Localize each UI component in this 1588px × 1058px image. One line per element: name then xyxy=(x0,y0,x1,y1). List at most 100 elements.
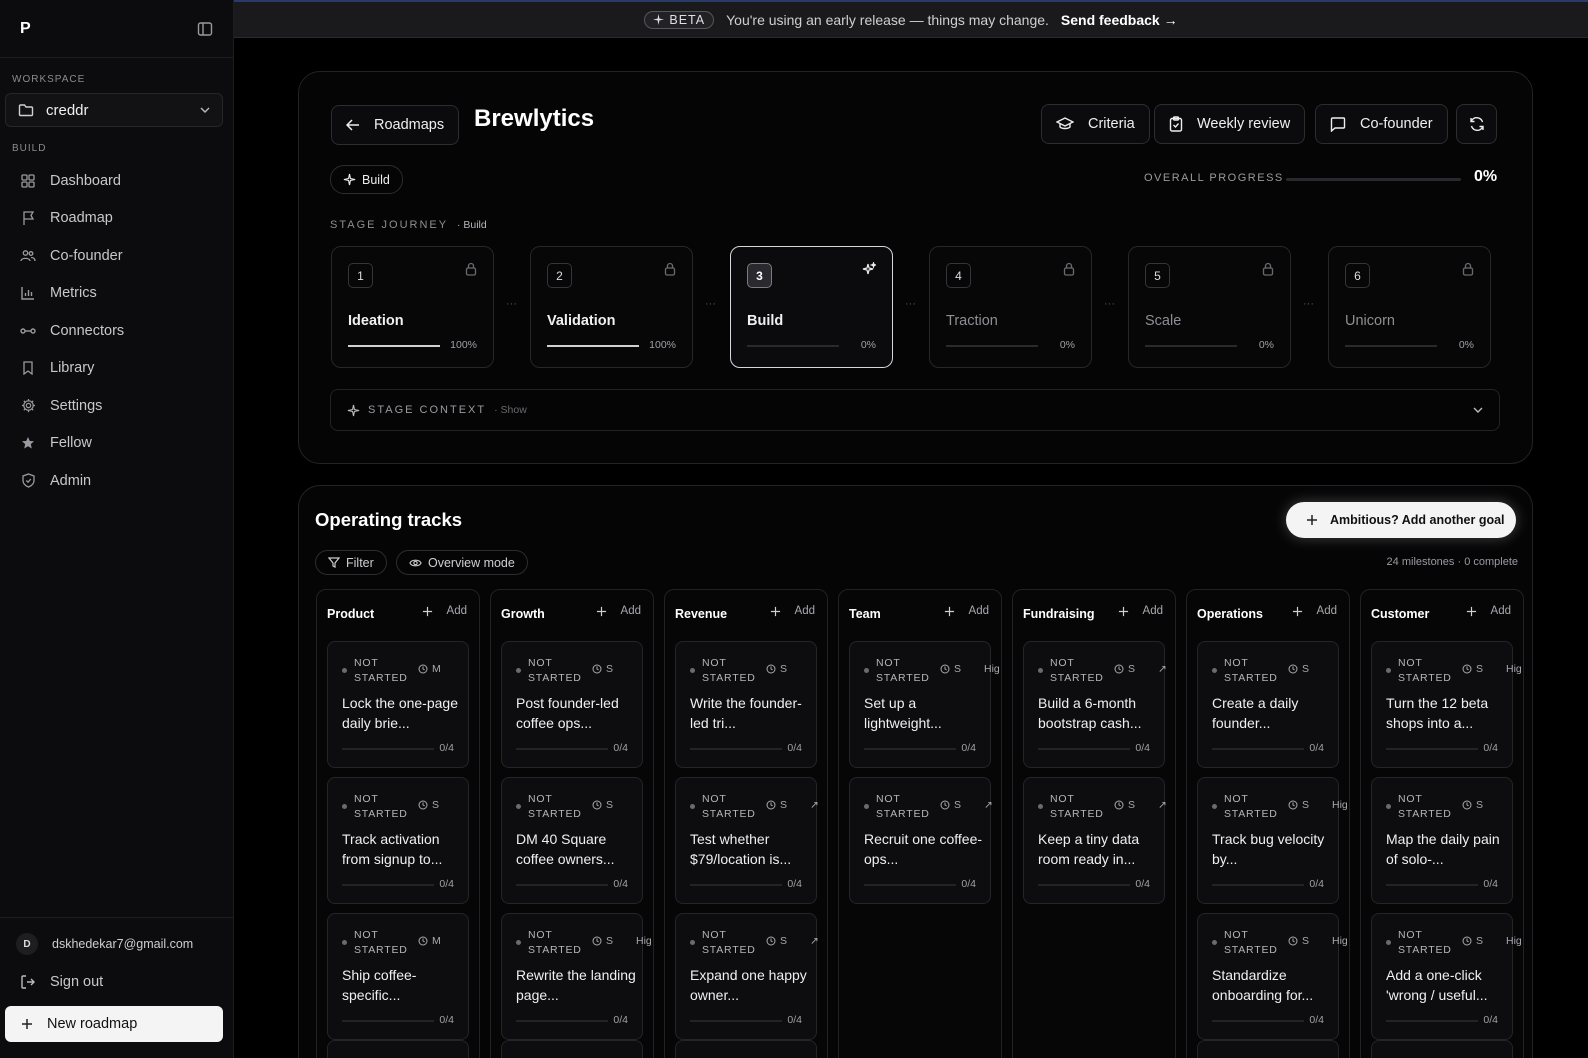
stage-context-toggle[interactable]: STAGE CONTEXT · Show xyxy=(330,389,1500,431)
sparkle-icon xyxy=(653,14,665,25)
add-milestone-button[interactable]: Add xyxy=(1466,605,1511,617)
sidebar-item-library[interactable]: Library xyxy=(0,350,233,388)
stage-journey-current-name: Build xyxy=(463,219,487,231)
weekly-review-button[interactable]: Weekly review xyxy=(1154,104,1306,144)
milestone-card[interactable]: NOT STARTED S Post founder-led coffee ops..… xyxy=(501,641,643,768)
sidebar-item-label: Fellow xyxy=(50,435,92,452)
back-to-roadmaps-button[interactable]: Roadmaps xyxy=(331,105,460,145)
milestone-task-count: 0/4 xyxy=(961,742,976,754)
app-logo[interactable]: P xyxy=(20,20,31,38)
add-milestone-button[interactable]: Add xyxy=(422,605,467,617)
workspace-select[interactable]: creddr xyxy=(5,93,223,127)
filter-button[interactable]: Filter xyxy=(315,550,387,575)
refresh-button[interactable] xyxy=(1456,104,1497,144)
milestone-card[interactable]: NOT STARTED S Hig Track bug velocity by... 0/… xyxy=(1197,777,1348,904)
milestone-card[interactable]: NOT STARTED S ↗ Expand one happy owner... 0/4 xyxy=(675,913,819,1040)
cofounder-button[interactable]: Co-founder xyxy=(1315,104,1448,144)
sidebar-item-dashboard[interactable]: Dashboard xyxy=(0,162,233,200)
sidebar-item-co-founder[interactable]: Co-founder xyxy=(0,237,233,275)
stage-card-unicorn[interactable]: 6 Unicorn 0% xyxy=(1328,246,1491,368)
milestone-card[interactable]: NOT STARTED S Hig Rewrite the landing page..… xyxy=(501,913,652,1040)
track-column-growth: Growth Add NOT STARTED S Post founder-led cof… xyxy=(490,589,654,1058)
sidebar-item-roadmap[interactable]: Roadmap xyxy=(0,200,233,238)
stage-number: 5 xyxy=(1145,263,1170,288)
user-email: dskhedekar7@gmail.com xyxy=(52,937,194,951)
stage-card-ideation[interactable]: 1 Ideation 100% xyxy=(331,246,494,368)
add-milestone-button[interactable]: Add xyxy=(770,605,815,617)
sidebar-item-metrics[interactable]: Metrics xyxy=(0,275,233,313)
milestone-card[interactable]: NOT STARTED S ↗ Build a 6-month bootstrap ca… xyxy=(1023,641,1167,768)
add-goal-button[interactable]: Ambitious? Add another goal xyxy=(1286,502,1516,538)
milestone-card[interactable] xyxy=(675,1040,817,1058)
milestone-card[interactable]: NOT STARTED S ↗ Recruit one coffee-ops... 0/4 xyxy=(849,777,993,904)
milestone-card[interactable]: NOT STARTED S ↗ Keep a tiny data room ready … xyxy=(1023,777,1167,904)
sidebar-item-admin[interactable]: Admin xyxy=(0,462,233,500)
stage-number: 6 xyxy=(1345,263,1370,288)
milestone-card[interactable]: NOT STARTED S Hig Standardize onboarding for… xyxy=(1197,913,1348,1040)
milestone-card[interactable]: NOT STARTED S DM 40 Square coffee owners...… xyxy=(501,777,643,904)
add-milestone-label: Add xyxy=(1490,605,1511,617)
milestone-priority: Hig xyxy=(984,663,1000,675)
stage-name: Ideation xyxy=(348,313,404,329)
sidebar-item-settings[interactable]: Settings xyxy=(0,387,233,425)
milestone-card[interactable]: NOT STARTED M Ship coffee-specific... 0/4 xyxy=(327,913,469,1040)
plus-icon xyxy=(1118,606,1129,617)
milestone-progress-bar xyxy=(342,1020,434,1022)
milestone-size: S xyxy=(940,663,961,675)
milestone-size-value: S xyxy=(1128,663,1136,675)
criteria-button[interactable]: Criteria xyxy=(1041,104,1150,144)
milestone-card[interactable]: NOT STARTED M Lock the one-page daily brie.… xyxy=(327,641,469,768)
stage-card-traction[interactable]: 4 Traction 0% xyxy=(929,246,1092,368)
milestone-status: NOT STARTED xyxy=(1212,792,1277,822)
milestone-card[interactable]: NOT STARTED S Hig Turn the 12 beta shops int… xyxy=(1371,641,1522,768)
chevron-down-icon xyxy=(1473,407,1483,413)
milestone-priority: ↗ xyxy=(810,935,819,947)
milestone-status: NOT STARTED xyxy=(1386,656,1451,686)
milestone-size-value: S xyxy=(780,663,788,675)
milestone-card[interactable]: NOT STARTED S ↗ Test whether $79/location is… xyxy=(675,777,819,904)
milestone-size: M xyxy=(418,935,441,947)
milestone-card[interactable] xyxy=(501,1040,643,1058)
stage-card-validation[interactable]: 2 Validation 100% xyxy=(530,246,693,368)
milestone-title: Track bug velocity by... xyxy=(1212,831,1325,867)
plus-icon xyxy=(21,1018,33,1030)
stage-card-scale[interactable]: 5 Scale 0% xyxy=(1128,246,1291,368)
milestone-card[interactable]: NOT STARTED S Write the founder-led tri... 0… xyxy=(675,641,817,768)
milestone-card[interactable] xyxy=(1197,1040,1339,1058)
milestone-card[interactable]: NOT STARTED S Track activation from signup … xyxy=(327,777,469,904)
add-milestone-button[interactable]: Add xyxy=(596,605,641,617)
status-line-1: NOT xyxy=(1398,657,1423,669)
milestone-title: Expand one happy owner... xyxy=(690,967,807,1003)
filter-label: Filter xyxy=(346,555,374,570)
sidebar-toggle-icon[interactable] xyxy=(197,21,213,37)
status-line-1: NOT xyxy=(528,793,553,805)
milestone-status: NOT STARTED xyxy=(1212,656,1277,686)
new-roadmap-button[interactable]: New roadmap xyxy=(5,1006,223,1042)
sidebar-item-fellow[interactable]: Fellow xyxy=(0,425,233,463)
add-milestone-button[interactable]: Add xyxy=(1118,605,1163,617)
milestone-card[interactable]: NOT STARTED S Create a daily founder... 0/4 xyxy=(1197,641,1339,768)
milestone-title: Test whether $79/location is... xyxy=(690,831,792,867)
sidebar-item-connectors[interactable]: Connectors xyxy=(0,312,233,350)
milestone-card[interactable]: NOT STARTED S Hig Set up a lightweight... 0/4 xyxy=(849,641,1000,768)
milestone-card[interactable]: NOT STARTED S Hig Add a one-click 'wrong / u… xyxy=(1371,913,1522,1040)
milestone-card[interactable]: NOT STARTED S Map the daily pain of solo-..… xyxy=(1371,777,1513,904)
overview-mode-button[interactable]: Overview mode xyxy=(396,550,528,575)
milestone-card[interactable] xyxy=(327,1040,469,1058)
sign-out-button[interactable]: Sign out xyxy=(0,962,233,1002)
sidebar: P WORKSPACE creddr BUILD Dashboard Roadma… xyxy=(0,0,234,1058)
add-milestone-button[interactable]: Add xyxy=(1292,605,1337,617)
status-line-1: NOT xyxy=(528,657,553,669)
milestone-size-value: S xyxy=(1476,935,1484,947)
stage-card-build[interactable]: 3 Build 0% xyxy=(730,246,893,368)
send-feedback-link[interactable]: Send feedback → xyxy=(1061,12,1178,28)
stage-progress-bar xyxy=(747,345,839,347)
user-account[interactable]: D dskhedekar7@gmail.com xyxy=(0,930,233,958)
milestone-card[interactable] xyxy=(1371,1040,1513,1058)
status-line-2: STARTED xyxy=(354,808,408,820)
add-milestone-button[interactable]: Add xyxy=(944,605,989,617)
milestone-title: Track activation from signup to... xyxy=(342,831,443,867)
status-line-1: NOT xyxy=(1224,793,1249,805)
milestone-size-value: S xyxy=(606,799,614,811)
sidebar-item-label: Admin xyxy=(50,472,92,489)
